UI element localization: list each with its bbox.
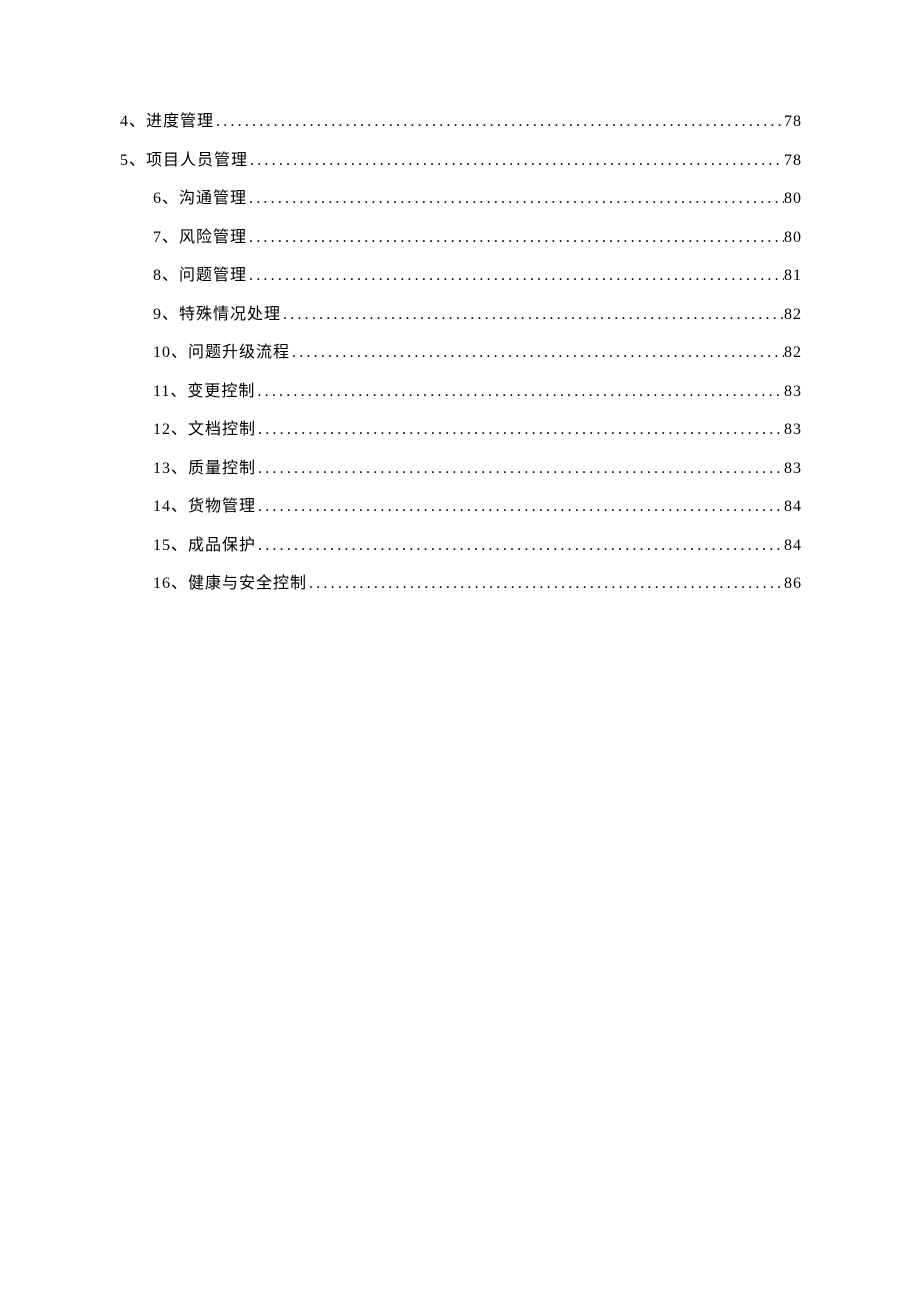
toc-title: 4、进度管理	[120, 103, 214, 142]
toc-entry: 16、健康与安全控制 86	[120, 565, 802, 604]
toc-entry: 5、项目人员管理 78	[120, 142, 802, 181]
toc-leader	[248, 142, 784, 181]
toc-entry: 9、特殊情况处理 82	[120, 296, 802, 335]
toc-page: 83	[784, 373, 802, 412]
toc-title: 5、项目人员管理	[120, 142, 248, 181]
toc-entry: 7、风险管理 80	[120, 219, 802, 258]
toc-entry: 13、质量控制 83	[120, 450, 802, 489]
toc-leader	[256, 450, 784, 489]
toc-title: 13、质量控制	[153, 450, 256, 489]
toc-title: 11、变更控制	[153, 373, 255, 412]
toc-leader	[255, 373, 784, 412]
toc-title: 8、问题管理	[153, 257, 247, 296]
toc-leader	[247, 219, 784, 258]
toc-entry: 12、文档控制 83	[120, 411, 802, 450]
toc-leader	[247, 257, 784, 296]
toc-page: 82	[784, 296, 802, 335]
toc-entry: 15、成品保护 84	[120, 527, 802, 566]
toc-entry: 4、进度管理 78	[120, 103, 802, 142]
toc-title: 7、风险管理	[153, 219, 247, 258]
toc-title: 10、问题升级流程	[153, 334, 290, 373]
toc-leader	[256, 527, 784, 566]
toc-page: 84	[784, 488, 802, 527]
toc-page: 86	[784, 565, 802, 604]
toc-leader	[256, 411, 784, 450]
toc-page: 78	[784, 103, 802, 142]
toc-leader	[214, 103, 784, 142]
toc-leader	[281, 296, 784, 335]
toc-page: 81	[784, 257, 802, 296]
toc-title: 15、成品保护	[153, 527, 256, 566]
toc-page: 80	[784, 180, 802, 219]
toc-entry: 10、问题升级流程 82	[120, 334, 802, 373]
toc-title: 6、沟通管理	[153, 180, 247, 219]
toc-page: 83	[784, 411, 802, 450]
toc-entry: 14、货物管理 84	[120, 488, 802, 527]
toc-title: 14、货物管理	[153, 488, 256, 527]
toc-title: 16、健康与安全控制	[153, 565, 307, 604]
toc-page: 84	[784, 527, 802, 566]
toc-page: 82	[784, 334, 802, 373]
toc-entry: 8、问题管理 81	[120, 257, 802, 296]
toc-leader	[256, 488, 784, 527]
toc-title: 9、特殊情况处理	[153, 296, 281, 335]
toc-page: 83	[784, 450, 802, 489]
toc-leader	[247, 180, 784, 219]
toc-page: 78	[784, 142, 802, 181]
toc-title: 12、文档控制	[153, 411, 256, 450]
toc-leader	[290, 334, 784, 373]
toc-entry: 11、变更控制 83	[120, 373, 802, 412]
toc-list: 4、进度管理 78 5、项目人员管理 78 6、沟通管理 80 7、风险管理 8…	[120, 103, 802, 604]
toc-entry: 6、沟通管理 80	[120, 180, 802, 219]
toc-page: 80	[784, 219, 802, 258]
toc-leader	[307, 565, 784, 604]
